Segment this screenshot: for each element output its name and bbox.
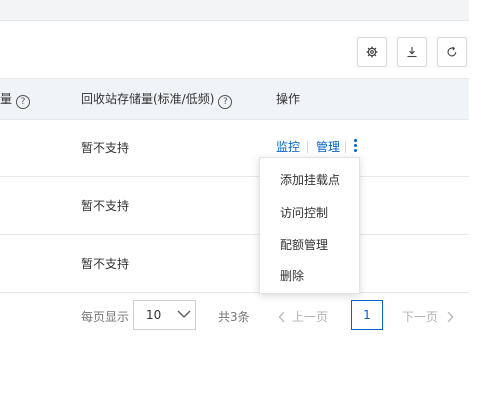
- table-row: [0, 234, 469, 293]
- column-header-actions: 操作: [276, 92, 301, 106]
- table-row: [0, 118, 469, 177]
- recycle-storage-value: 暂不支持: [81, 257, 130, 271]
- menu-item-access-control[interactable]: 访问控制: [280, 204, 328, 221]
- page-size-select[interactable]: 10: [133, 300, 196, 330]
- more-actions-menu: 添加挂载点 访问控制 配额管理 删除: [259, 157, 360, 294]
- table-row: [0, 176, 469, 235]
- help-icon[interactable]: ?: [218, 95, 233, 109]
- refresh-icon: [447, 46, 457, 57]
- chevron-left-icon: [278, 311, 285, 323]
- chevron-down-icon: [177, 310, 191, 318]
- download-icon: [407, 47, 417, 58]
- settings-button[interactable]: [357, 37, 387, 67]
- menu-item-add-mount-point[interactable]: 添加挂载点: [280, 171, 340, 188]
- refresh-button[interactable]: [437, 37, 467, 67]
- page-1-button[interactable]: 1: [351, 300, 383, 330]
- gear-icon: [366, 46, 378, 58]
- next-page-button[interactable]: 下一页: [402, 308, 454, 325]
- recycle-storage-value: 暂不支持: [81, 199, 130, 213]
- prev-page-button[interactable]: 上一页: [278, 308, 328, 325]
- page-size-value: 10: [146, 308, 162, 322]
- recycle-storage-value: 暂不支持: [81, 141, 130, 155]
- divider: [307, 141, 308, 153]
- menu-item-quota-management[interactable]: 配额管理: [280, 236, 328, 253]
- divider: [345, 141, 346, 153]
- per-page-label: 每页显示: [81, 310, 130, 324]
- more-actions-icon[interactable]: [352, 139, 358, 153]
- monitor-link[interactable]: 监控: [276, 138, 300, 155]
- column-header-storage: 量?: [0, 90, 31, 109]
- chevron-right-icon: [447, 311, 454, 323]
- column-header-recycle-storage: 回收站存储量(标准/低频)?: [81, 90, 233, 109]
- table-header: [0, 78, 469, 120]
- download-button[interactable]: [397, 37, 427, 67]
- total-count: 共3条: [218, 310, 250, 324]
- help-icon[interactable]: ?: [16, 95, 31, 109]
- top-panel: [0, 0, 469, 21]
- menu-item-delete[interactable]: 删除: [280, 267, 304, 284]
- manage-link[interactable]: 管理: [316, 138, 340, 155]
